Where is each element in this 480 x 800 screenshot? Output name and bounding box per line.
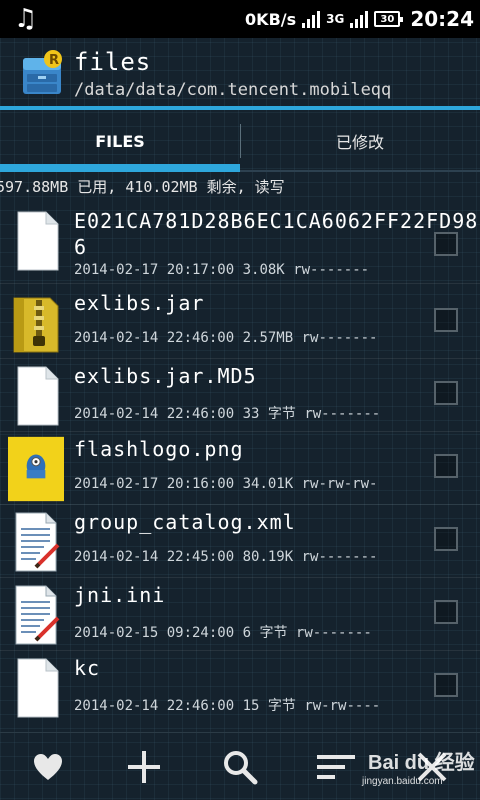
file-name: exlibs.jar.MD5 (74, 364, 257, 388)
file-name: group_catalog.xml (74, 510, 296, 534)
select-checkbox[interactable] (434, 454, 458, 478)
file-date: 2014-02-17 20:16:00 (74, 476, 235, 492)
favorite-button[interactable] (28, 747, 68, 787)
file-size: 15 字节 (242, 698, 296, 714)
file-size: 34.01K (242, 476, 294, 492)
row-divider (0, 283, 480, 284)
file-perms: rw------- (293, 262, 370, 278)
status-bar: ♫ 0KB/s 3G 30 20:24 (0, 0, 480, 38)
file-size: 6 字节 (242, 625, 288, 641)
file-meta: 2014-02-17 20:16:00 34.01K rw-rw-rw- (74, 476, 377, 492)
list-item[interactable]: exlibs.jar.MD5 2014-02-14 22:46:00 33 字节… (0, 359, 480, 432)
search-icon (224, 751, 258, 785)
file-size: 3.08K (242, 262, 285, 278)
file-date: 2014-02-14 22:45:00 (74, 549, 235, 565)
blank-file-icon (17, 366, 59, 426)
file-date: 2014-02-14 22:46:00 (74, 698, 235, 714)
file-perms: rw-rw-rw- (301, 476, 378, 492)
file-name: E021CA781D28B6EC1CA6062FF22FD986 (74, 209, 479, 259)
text-file-icon (15, 585, 60, 645)
app-title: files (74, 48, 152, 76)
select-checkbox[interactable] (434, 232, 458, 256)
file-name: jni.ini (74, 583, 166, 607)
heart-icon (34, 754, 62, 780)
battery-icon: 30 (374, 11, 404, 27)
tab-underline (240, 170, 480, 172)
tab-files[interactable]: FILES (0, 110, 240, 172)
app-header: R files /data/data/com.tencent.mobileqq (0, 38, 480, 110)
file-meta: 2014-02-14 22:45:00 80.19K rw------- (74, 549, 377, 565)
file-perms: rw------- (301, 549, 378, 565)
signal-icon (302, 10, 321, 28)
select-checkbox[interactable] (434, 381, 458, 405)
list-item[interactable]: exlibs.jar 2014-02-14 22:46:00 2.57MB rw… (0, 286, 480, 359)
search-button[interactable] (220, 747, 260, 787)
file-perms: rw------- (301, 330, 378, 346)
list-item[interactable]: E021CA781D28B6EC1CA6062FF22FD986 2014-02… (0, 204, 480, 284)
blank-file-icon (17, 658, 59, 718)
file-meta: 2014-02-17 20:17:00 3.08K rw------- (74, 262, 369, 278)
plus-icon (128, 751, 160, 783)
tab-modified[interactable]: 已修改 (240, 110, 480, 172)
music-note-icon: ♫ (14, 4, 38, 34)
file-name: flashlogo.png (74, 437, 244, 461)
file-cabinet-icon[interactable]: R (20, 50, 66, 98)
list-item[interactable]: jni.ini 2014-02-15 09:24:00 6 字节 rw-----… (0, 578, 480, 651)
watermark-url: jingyan.baidu.com (362, 776, 443, 787)
list-item[interactable]: kc 2014-02-14 22:46:00 15 字节 rw-rw---- (0, 651, 480, 724)
file-perms: rw------- (295, 625, 372, 641)
network-type: 3G (326, 11, 345, 26)
file-perms: rw------- (304, 406, 381, 422)
file-date: 2014-02-14 22:46:00 (74, 330, 235, 346)
file-meta: 2014-02-14 22:46:00 15 字节 rw-rw---- (74, 695, 380, 715)
signal-icon (350, 10, 369, 28)
file-name: kc (74, 656, 101, 680)
file-meta: 2014-02-15 09:24:00 6 字节 rw------- (74, 622, 372, 642)
select-checkbox[interactable] (434, 308, 458, 332)
clock: 20:24 (410, 7, 474, 31)
file-perms: rw-rw---- (304, 698, 381, 714)
list-item[interactable]: flashlogo.png 2014-02-17 20:16:00 34.01K… (0, 432, 480, 505)
current-path: /data/data/com.tencent.mobileqq (74, 80, 392, 100)
select-checkbox[interactable] (434, 673, 458, 697)
add-button[interactable] (124, 747, 164, 787)
baidu-watermark: Bai du 经验 jingyan.baidu.com (348, 738, 478, 798)
storage-info: 597.88MB 已用, 410.02MB 剩余, 读写 (0, 178, 285, 196)
file-list: E021CA781D28B6EC1CA6062FF22FD986 2014-02… (0, 204, 480, 732)
active-tab-indicator (0, 164, 240, 172)
file-meta: 2014-02-14 22:46:00 33 字节 rw------- (74, 403, 380, 423)
blank-file-icon (17, 211, 59, 271)
archive-jar-icon (13, 297, 59, 353)
list-item[interactable]: group_catalog.xml 2014-02-14 22:45:00 80… (0, 505, 480, 578)
file-size: 33 字节 (242, 406, 296, 422)
svg-text:R: R (49, 53, 59, 68)
text-file-icon (15, 512, 60, 572)
watermark-logo: Bai du 经验 (368, 752, 475, 774)
file-date: 2014-02-17 20:17:00 (74, 262, 235, 278)
file-name: exlibs.jar (74, 291, 205, 315)
select-checkbox[interactable] (434, 527, 458, 551)
net-speed: 0KB/s (245, 9, 297, 29)
file-date: 2014-02-14 22:46:00 (74, 406, 235, 422)
tab-bar: FILES 已修改 (0, 110, 480, 172)
select-checkbox[interactable] (434, 600, 458, 624)
file-size: 80.19K (242, 549, 294, 565)
image-thumbnail-icon (8, 436, 64, 502)
file-size: 2.57MB (242, 330, 294, 346)
file-date: 2014-02-15 09:24:00 (74, 625, 235, 641)
file-meta: 2014-02-14 22:46:00 2.57MB rw------- (74, 330, 377, 346)
